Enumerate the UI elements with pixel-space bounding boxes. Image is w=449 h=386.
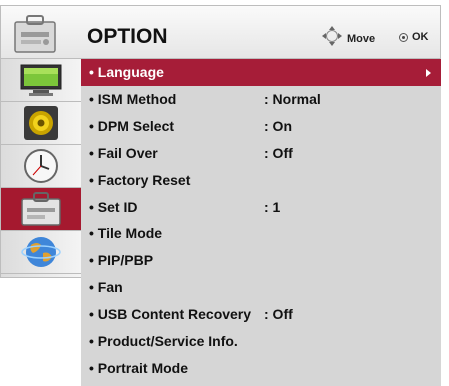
options-list: • Language • ISM Method : Normal • DPM S… <box>81 59 441 386</box>
category-option[interactable] <box>1 188 81 231</box>
category-network[interactable] <box>1 231 81 274</box>
item-value: : Off <box>264 144 293 161</box>
item-label: • Fan <box>89 279 123 296</box>
option-menu: OPTION Move OK • Language • ISM Method:… <box>0 0 449 386</box>
clock-icon <box>24 149 58 183</box>
item-value: : On <box>264 117 292 134</box>
menu-header: OPTION Move OK <box>0 5 441 59</box>
ok-label: OK <box>412 31 429 43</box>
list-item-pip-pbp[interactable]: • PIP/PBP <box>81 247 441 274</box>
list-item-tile-mode[interactable]: • Tile Mode <box>81 220 441 247</box>
category-time[interactable] <box>1 145 81 188</box>
list-item-factory-reset[interactable]: • Factory Reset <box>81 167 441 194</box>
item-value: : 1 <box>264 198 281 215</box>
item-value: : Off <box>264 306 293 323</box>
category-sidebar <box>0 59 81 278</box>
monitor-icon <box>20 64 62 96</box>
toolbox-icon <box>13 14 57 54</box>
move-hint: Move <box>321 26 376 47</box>
chevron-right-icon <box>426 69 431 77</box>
list-item-dpm-select[interactable]: • DPM Select : On <box>81 113 441 140</box>
list-item-set-id[interactable]: • Set ID : 1 <box>81 194 441 221</box>
category-picture[interactable] <box>1 59 81 102</box>
item-value: : Normal <box>264 90 321 107</box>
item-label: • DPM Select <box>89 117 175 134</box>
item-label: • Product/Service Info. <box>89 333 238 349</box>
list-item-product-service-info[interactable]: • Product/Service Info. <box>81 328 441 355</box>
item-label: • Portrait Mode <box>89 359 189 376</box>
speaker-icon <box>24 106 58 140</box>
move-arrows-icon <box>321 25 343 47</box>
item-label: • PIP/PBP <box>89 252 154 269</box>
move-label: Move <box>347 33 376 45</box>
item-label: • ISM Method <box>89 90 177 107</box>
ok-button-icon <box>399 32 408 42</box>
toolbox-icon <box>21 192 61 226</box>
item-label: • Factory Reset <box>89 171 191 188</box>
item-label: • Set ID <box>89 198 138 215</box>
page-title: OPTION <box>87 25 168 48</box>
item-label: • Fail Over <box>89 144 158 161</box>
list-item-fan[interactable]: • Fan <box>81 274 441 301</box>
list-item-ism-method[interactable]: • ISM Method : Normal <box>81 86 441 113</box>
ok-hint: OK <box>399 31 429 43</box>
category-audio[interactable] <box>1 102 81 145</box>
list-item-language[interactable]: • Language <box>81 59 441 86</box>
item-label: • Language <box>89 64 164 80</box>
list-item-fail-over[interactable]: • Fail Over : Off <box>81 140 441 167</box>
list-item-portrait-mode[interactable]: • Portrait Mode <box>81 355 441 382</box>
item-label: • USB Content Recovery <box>89 306 252 323</box>
item-label: • Tile Mode <box>89 225 163 242</box>
globe-icon <box>21 237 61 267</box>
list-item-usb-content-recovery[interactable]: • USB Content Recovery : Off <box>81 301 441 328</box>
